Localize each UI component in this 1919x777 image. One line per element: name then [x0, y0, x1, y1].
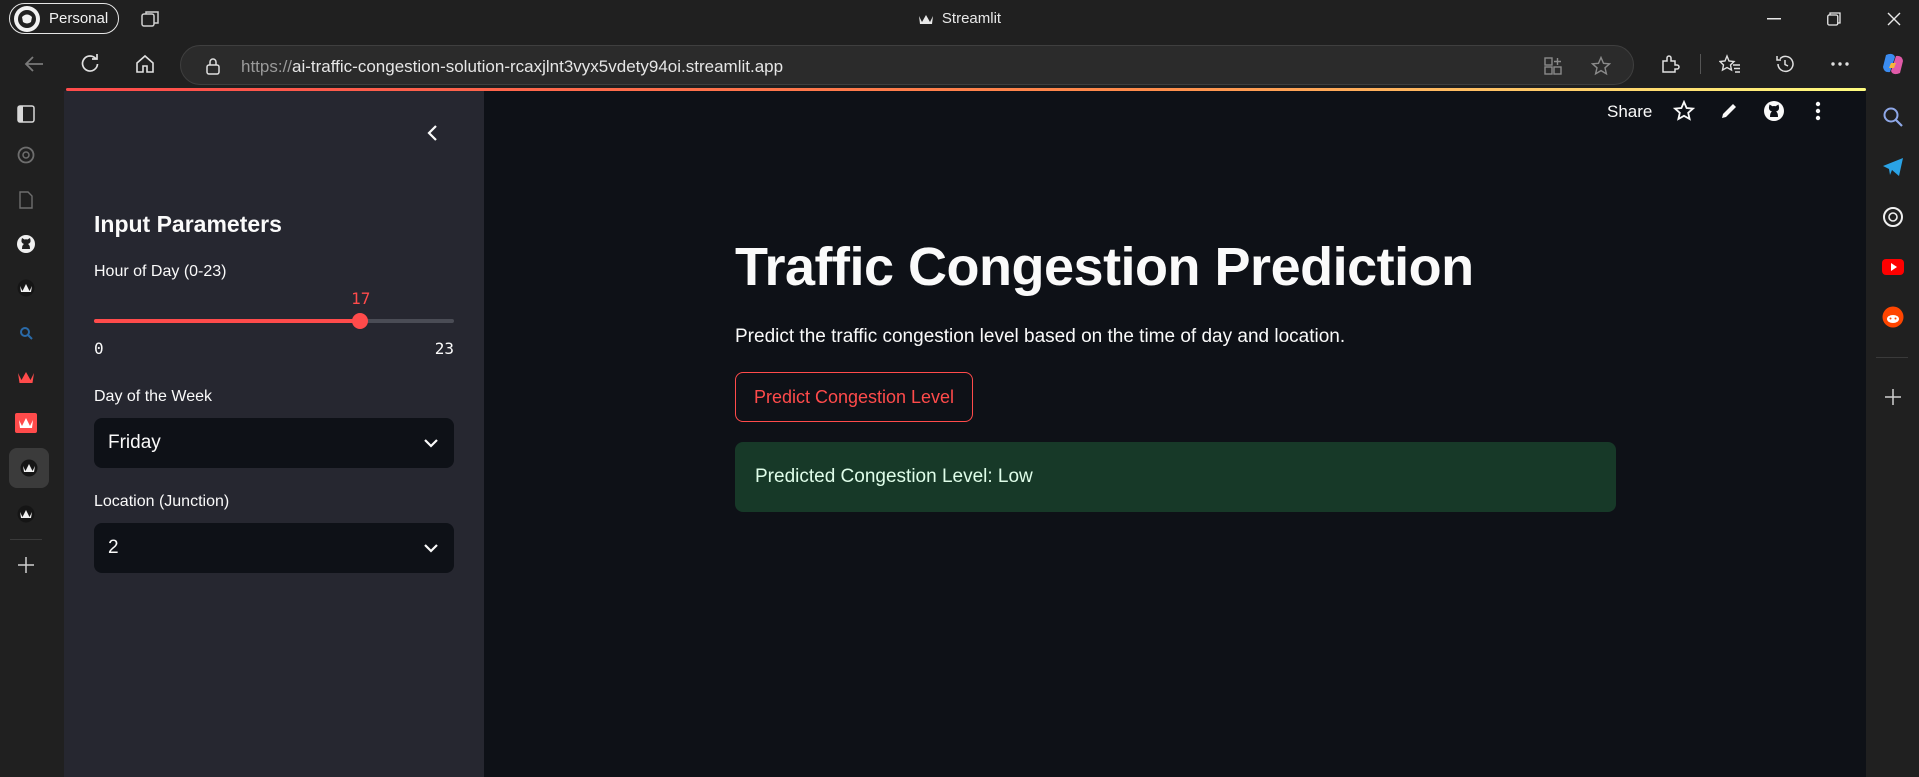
toolbar-separator — [1700, 54, 1701, 74]
github-icon[interactable] — [1762, 99, 1786, 123]
main-menu-icon[interactable] — [1806, 99, 1830, 123]
new-tab-plus-icon[interactable] — [11, 550, 41, 580]
streamlit-app: Input Parameters Hour of Day (0-23) 17 0… — [64, 91, 1866, 777]
tab-panel-toggle-icon[interactable] — [11, 99, 41, 129]
document-tab-icon[interactable] — [11, 185, 41, 215]
favorites-icon[interactable] — [1716, 50, 1744, 78]
collapse-sidebar-chevron-icon[interactable] — [419, 120, 445, 146]
chevron-down-icon — [424, 435, 438, 453]
youtube-icon[interactable] — [1880, 254, 1906, 280]
rail-separator — [1876, 357, 1908, 358]
close-icon[interactable] — [1882, 7, 1906, 31]
github-tab-icon[interactable] — [11, 229, 41, 259]
page-description: Predict the traffic congestion level bas… — [735, 326, 1346, 347]
back-arrow-icon[interactable] — [20, 50, 48, 78]
reddit-icon[interactable] — [1880, 304, 1906, 330]
active-streamlit-tab-icon[interactable] — [9, 448, 49, 488]
day-select-value: Friday — [108, 432, 161, 453]
prediction-result-text: Predicted Congestion Level: Low — [755, 466, 1033, 487]
refresh-icon[interactable] — [76, 50, 104, 78]
url-protocol: https:// — [241, 57, 293, 76]
location-select[interactable]: 2 — [94, 523, 454, 573]
edge-sidebar-rail — [1866, 90, 1919, 777]
share-button[interactable]: Share — [1607, 102, 1652, 122]
rail-separator — [10, 539, 42, 540]
browser-titlebar: Personal Streamlit — [0, 0, 1919, 38]
streamlit-red-tab-icon[interactable] — [11, 362, 41, 392]
favorite-star-icon[interactable] — [1590, 55, 1612, 81]
home-icon[interactable] — [131, 50, 159, 78]
extensions-icon[interactable] — [1656, 50, 1684, 78]
history-icon[interactable] — [1771, 50, 1799, 78]
hour-slider-max: 23 — [434, 339, 454, 358]
prediction-result-alert: Predicted Congestion Level: Low — [735, 442, 1616, 512]
address-bar[interactable]: https://ai-traffic-congestion-solution-r… — [180, 45, 1634, 85]
copilot-icon[interactable] — [1879, 50, 1907, 78]
streamlit-crown-icon — [918, 12, 934, 29]
streamlit-tab-icon[interactable] — [11, 273, 41, 303]
hour-slider-label: Hour of Day (0-23) — [94, 263, 227, 280]
url-host: ai-traffic-congestion-solution-rcaxjlnt3… — [292, 57, 784, 76]
app-sidebar: Input Parameters Hour of Day (0-23) 17 0… — [64, 91, 484, 777]
day-select[interactable]: Friday — [94, 418, 454, 468]
browser-navbar: https://ai-traffic-congestion-solution-r… — [0, 38, 1919, 90]
chatgpt-tab-icon[interactable] — [11, 140, 41, 170]
url-text[interactable]: https://ai-traffic-congestion-solution-r… — [241, 57, 783, 77]
streamlit-tab-2-icon[interactable] — [11, 499, 41, 529]
telegram-icon[interactable] — [1880, 154, 1906, 180]
search-tab-icon[interactable] — [11, 318, 41, 348]
chevron-down-icon — [424, 540, 438, 558]
page-title: Traffic Congestion Prediction — [735, 237, 1474, 297]
location-select-label: Location (Junction) — [94, 493, 230, 510]
star-icon[interactable] — [1672, 99, 1696, 123]
hour-slider-fill — [94, 319, 361, 323]
minimize-icon[interactable] — [1762, 7, 1786, 31]
vertical-tabs-rail — [0, 90, 52, 777]
chatgpt-icon[interactable] — [1880, 204, 1906, 230]
location-select-value: 2 — [108, 537, 119, 558]
streamlit-app-tab-icon[interactable] — [11, 408, 41, 438]
hour-slider-thumb[interactable] — [352, 313, 369, 329]
sidebar-title: Input Parameters — [94, 211, 282, 237]
hour-slider-min: 0 — [94, 339, 104, 358]
predict-congestion-button[interactable]: Predict Congestion Level — [735, 372, 973, 422]
hour-slider[interactable] — [94, 313, 454, 329]
hour-slider-value: 17 — [351, 289, 371, 308]
window-title: Streamlit — [0, 10, 1919, 29]
add-sidebar-app-icon[interactable] — [1880, 384, 1906, 410]
edit-pencil-icon[interactable] — [1717, 99, 1741, 123]
window-title-text: Streamlit — [941, 10, 1002, 27]
search-icon[interactable] — [1880, 104, 1906, 130]
restore-icon[interactable] — [1822, 7, 1846, 31]
day-select-label: Day of the Week — [94, 388, 212, 405]
more-options-icon[interactable] — [1826, 50, 1854, 78]
lock-icon[interactable] — [205, 57, 221, 80]
app-available-icon[interactable] — [1543, 56, 1563, 81]
